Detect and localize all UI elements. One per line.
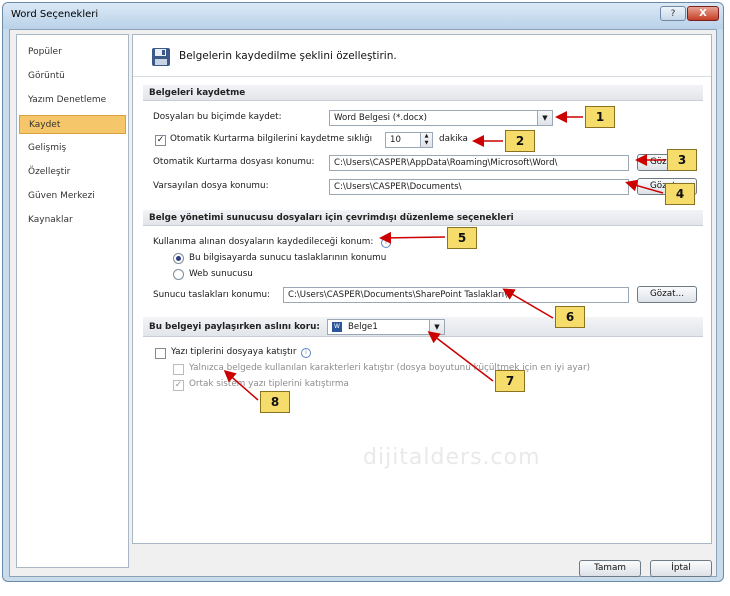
content-panel: Belgelerin kaydedilme şeklini özelleştir… (132, 34, 712, 544)
embed-fonts-label: Yazı tiplerini dosyaya katıştır (171, 347, 297, 357)
close-button[interactable]: X (687, 6, 719, 21)
sidebar-item-gelismis[interactable]: Gelişmiş (19, 139, 126, 158)
fidelity-header-label: Bu belgeyi paylaşırken aslını koru: (149, 322, 320, 332)
window-title: Word Seçenekleri (11, 9, 99, 20)
sidebar-item-kaynaklar[interactable]: Kaynaklar (19, 211, 126, 230)
cancel-button[interactable]: İptal (650, 560, 712, 577)
server-drafts-label: Sunucu taslakları konumu: (153, 290, 270, 300)
web-server-radio[interactable] (173, 269, 184, 280)
sidebar-item-guven-merkezi[interactable]: Güven Merkezi (19, 187, 126, 206)
callout-8: 8 (260, 391, 290, 413)
watermark: dijitalders.com (363, 445, 541, 470)
checkout-location-label: Kullanıma alınan dosyaların kaydedileceğ… (153, 237, 374, 247)
options-dialog: Word Seçenekleri ? X Popüler Görüntü Yaz… (2, 2, 724, 582)
section-save-documents: Belgeleri kaydetme (143, 85, 703, 101)
info-icon: i (301, 348, 311, 358)
save-format-label: Dosyaları bu biçimde kaydet: (153, 112, 282, 122)
save-format-value: Word Belgesi (*.docx) (334, 113, 427, 123)
help-button[interactable]: ? (660, 6, 686, 21)
page-heading: Belgelerin kaydedilme şeklini özelleştir… (133, 35, 711, 77)
fidelity-document-select[interactable]: W Belge1 ▼ (327, 319, 445, 335)
autorecover-minutes-input[interactable]: 10 (385, 132, 421, 148)
callout-7: 7 (495, 370, 525, 392)
word-document-icon: W (332, 321, 342, 332)
callout-2: 2 (505, 130, 535, 152)
section-offline-editing: Belge yönetimi sunucusu dosyaları için ç… (143, 210, 703, 226)
common-fonts-label: Ortak sistem yazı tiplerini katıştırma (189, 379, 349, 389)
ok-button[interactable]: Tamam (579, 560, 641, 577)
fidelity-document-value: Belge1 (348, 322, 378, 332)
floppy-disk-icon (152, 48, 170, 66)
callout-5: 5 (447, 227, 477, 249)
callout-1: 1 (585, 106, 615, 128)
save-format-select[interactable]: Word Belgesi (*.docx) ▼ (329, 110, 553, 126)
local-drafts-radio[interactable] (173, 253, 184, 264)
sidebar-item-ozellestir[interactable]: Özelleştir (19, 163, 126, 182)
default-location-label: Varsayılan dosya konumu: (153, 181, 269, 191)
chevron-down-icon[interactable]: ▼ (429, 320, 444, 334)
sidebar: Popüler Görüntü Yazım Denetleme Kaydet G… (16, 34, 129, 568)
chevron-down-icon[interactable]: ▼ (537, 111, 552, 125)
info-icon: i (381, 238, 391, 248)
autorecover-minutes-stepper[interactable]: ▲ ▼ (421, 132, 433, 148)
embed-fonts-checkbox[interactable] (155, 348, 166, 359)
autorecover-location-label: Otomatik Kurtarma dosyası konumu: (153, 157, 315, 167)
autorecover-label: Otomatik Kurtarma bilgilerini kaydetme s… (170, 134, 373, 144)
callout-3: 3 (667, 149, 697, 171)
only-used-chars-checkbox[interactable] (173, 364, 184, 375)
only-used-chars-label: Yalnızca belgede kullanılan karakterleri… (189, 363, 591, 373)
local-drafts-label: Bu bilgisayarda sunucu taslaklarının kon… (189, 253, 387, 263)
sidebar-item-kaydet[interactable]: Kaydet (19, 115, 126, 134)
web-server-label: Web sunucusu (189, 269, 253, 279)
sidebar-item-goruntu[interactable]: Görüntü (19, 67, 126, 86)
autorecover-location-input[interactable]: C:\Users\CASPER\AppData\Roaming\Microsof… (329, 155, 629, 171)
default-location-input[interactable]: C:\Users\CASPER\Documents\ (329, 179, 629, 195)
common-fonts-checkbox[interactable]: ✓ (173, 380, 184, 391)
autorecover-checkbox[interactable]: ✓ (155, 135, 166, 146)
page-title: Belgelerin kaydedilme şeklini özelleştir… (179, 50, 397, 62)
callout-4: 4 (665, 183, 695, 205)
server-drafts-input[interactable]: C:\Users\CASPER\Documents\SharePoint Tas… (283, 287, 629, 303)
autorecover-unit: dakika (439, 134, 468, 144)
sidebar-item-populer[interactable]: Popüler (19, 43, 126, 62)
callout-6: 6 (555, 306, 585, 328)
title-bar[interactable]: Word Seçenekleri ? X (3, 3, 723, 29)
server-drafts-browse-button[interactable]: Gözat... (637, 286, 697, 303)
sidebar-item-yazim-denetleme[interactable]: Yazım Denetleme (19, 91, 126, 110)
